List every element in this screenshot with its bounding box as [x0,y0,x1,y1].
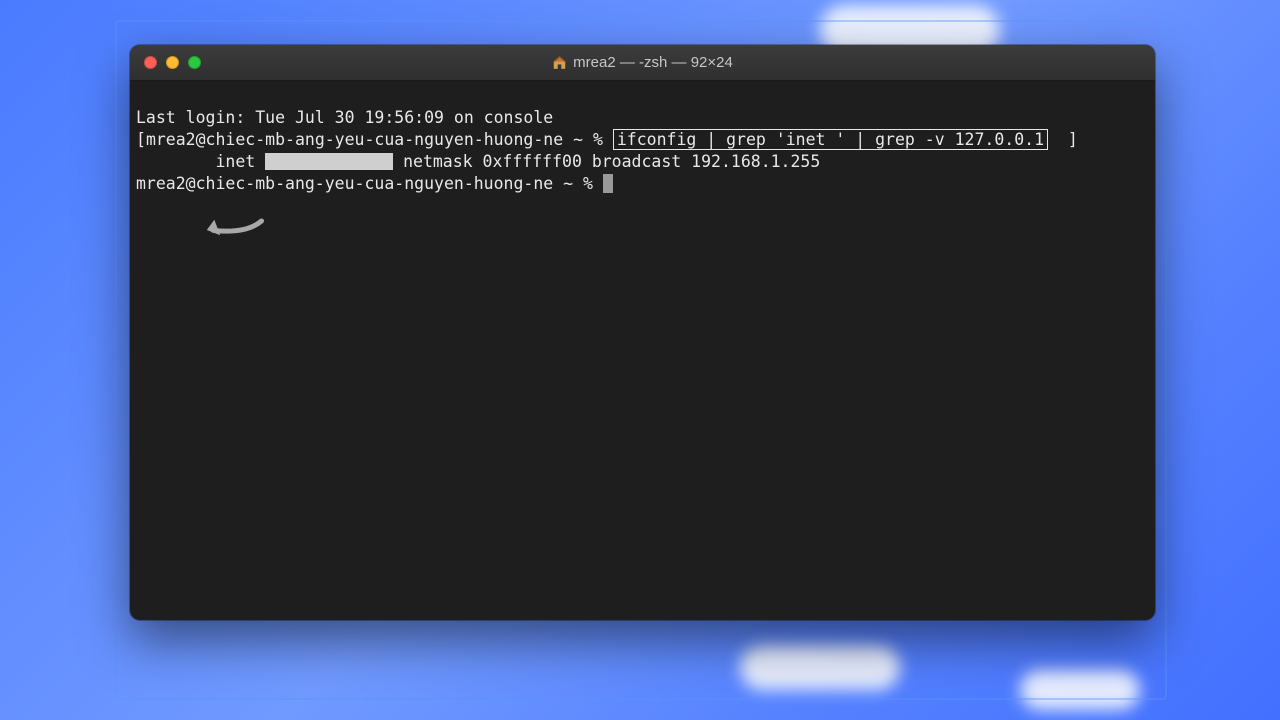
prompt-open-bracket: [ [136,130,146,149]
prompt-close-bracket: ] [1068,130,1078,149]
terminal-window: mrea2 — -zsh — 92×24 Last login: Tue Jul… [130,45,1155,620]
traffic-lights [130,56,201,69]
maximize-button[interactable] [188,56,201,69]
last-login-line: Last login: Tue Jul 30 19:56:09 on conso… [136,107,1149,129]
command-highlight-box: ifconfig | grep 'inet ' | grep -v 127.0.… [613,129,1048,150]
terminal-body[interactable]: Last login: Tue Jul 30 19:56:09 on conso… [130,81,1155,620]
output-suffix: netmask 0xffffff00 broadcast 192.168.1.2… [393,152,820,171]
prompt-userhost: mrea2@chiec-mb-ang-yeu-cua-nguyen-huong-… [146,130,603,149]
titlebar[interactable]: mrea2 — -zsh — 92×24 [130,45,1155,81]
window-title: mrea2 — -zsh — 92×24 [130,54,1155,71]
window-title-text: mrea2 — -zsh — 92×24 [573,54,733,71]
cursor [603,174,613,193]
minimize-button[interactable] [166,56,179,69]
home-icon [552,55,567,70]
close-button[interactable] [144,56,157,69]
